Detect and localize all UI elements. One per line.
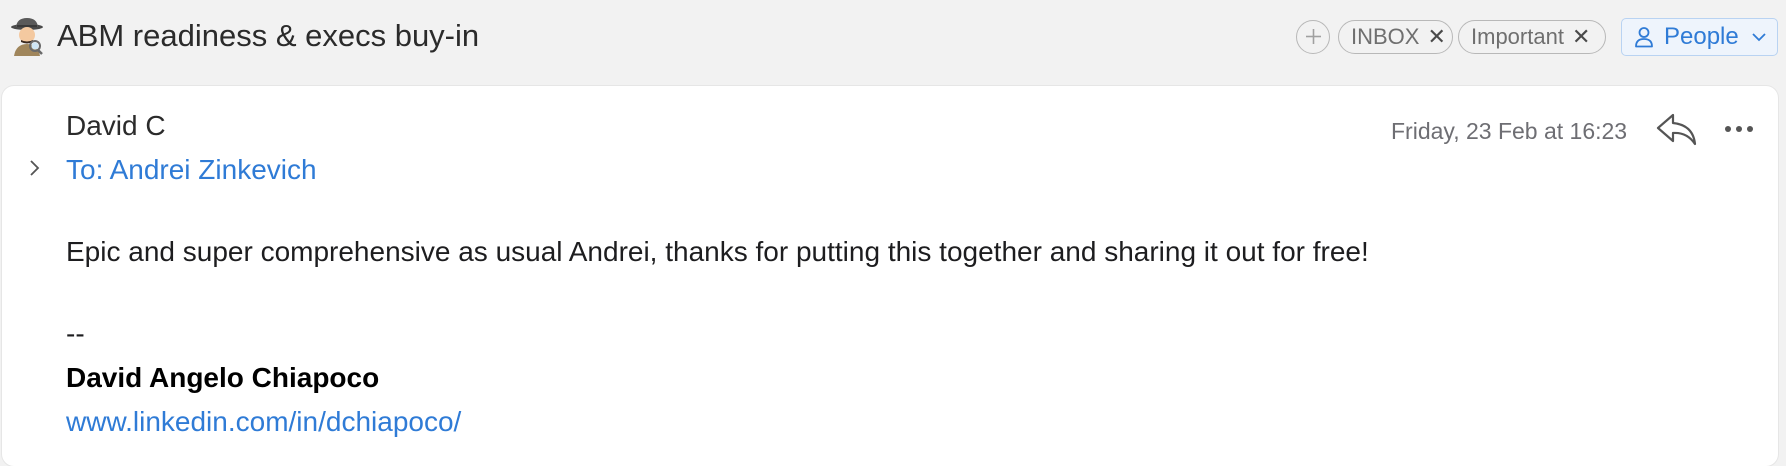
ellipsis-icon — [1725, 126, 1753, 132]
thread-subject: ABM readiness & execs buy-in — [57, 18, 480, 53]
reply-button[interactable] — [1655, 111, 1699, 147]
chevron-down-icon — [1752, 33, 1766, 42]
more-options-button[interactable] — [1722, 116, 1756, 142]
people-button[interactable]: People — [1621, 18, 1778, 56]
signature-name: David Angelo Chiapoco — [66, 362, 380, 393]
thread-header: ABM readiness & execs buy-in INBOX ✕ Imp… — [0, 0, 1786, 84]
recipient-line[interactable]: To: Andrei Zinkevich — [66, 154, 317, 186]
label-chip-text: Important — [1471, 24, 1564, 49]
remove-label-icon[interactable]: ✕ — [1427, 24, 1445, 50]
label-chip-important[interactable]: Important ✕ — [1458, 20, 1606, 54]
reply-icon — [1656, 113, 1697, 146]
detective-emoji-icon — [8, 16, 46, 56]
remove-label-icon[interactable]: ✕ — [1572, 24, 1590, 50]
label-chip-text: INBOX — [1351, 24, 1420, 49]
plus-icon — [1305, 29, 1321, 44]
person-icon — [1635, 27, 1653, 48]
message-body: Epic and super comprehensive as usual An… — [66, 236, 1369, 267]
add-label-button[interactable] — [1296, 20, 1330, 54]
people-button-label: People — [1664, 23, 1739, 50]
message-date: Friday, 23 Feb at 16:23 — [1391, 118, 1628, 144]
chevron-right-icon — [30, 160, 40, 176]
signature-separator: -- — [66, 318, 85, 349]
sender-name[interactable]: David C — [66, 110, 166, 142]
expand-details-button[interactable] — [26, 158, 44, 178]
signature-link[interactable]: www.linkedin.com/in/dchiapoco/ — [66, 406, 461, 438]
label-chip-inbox[interactable]: INBOX ✕ — [1338, 20, 1453, 54]
